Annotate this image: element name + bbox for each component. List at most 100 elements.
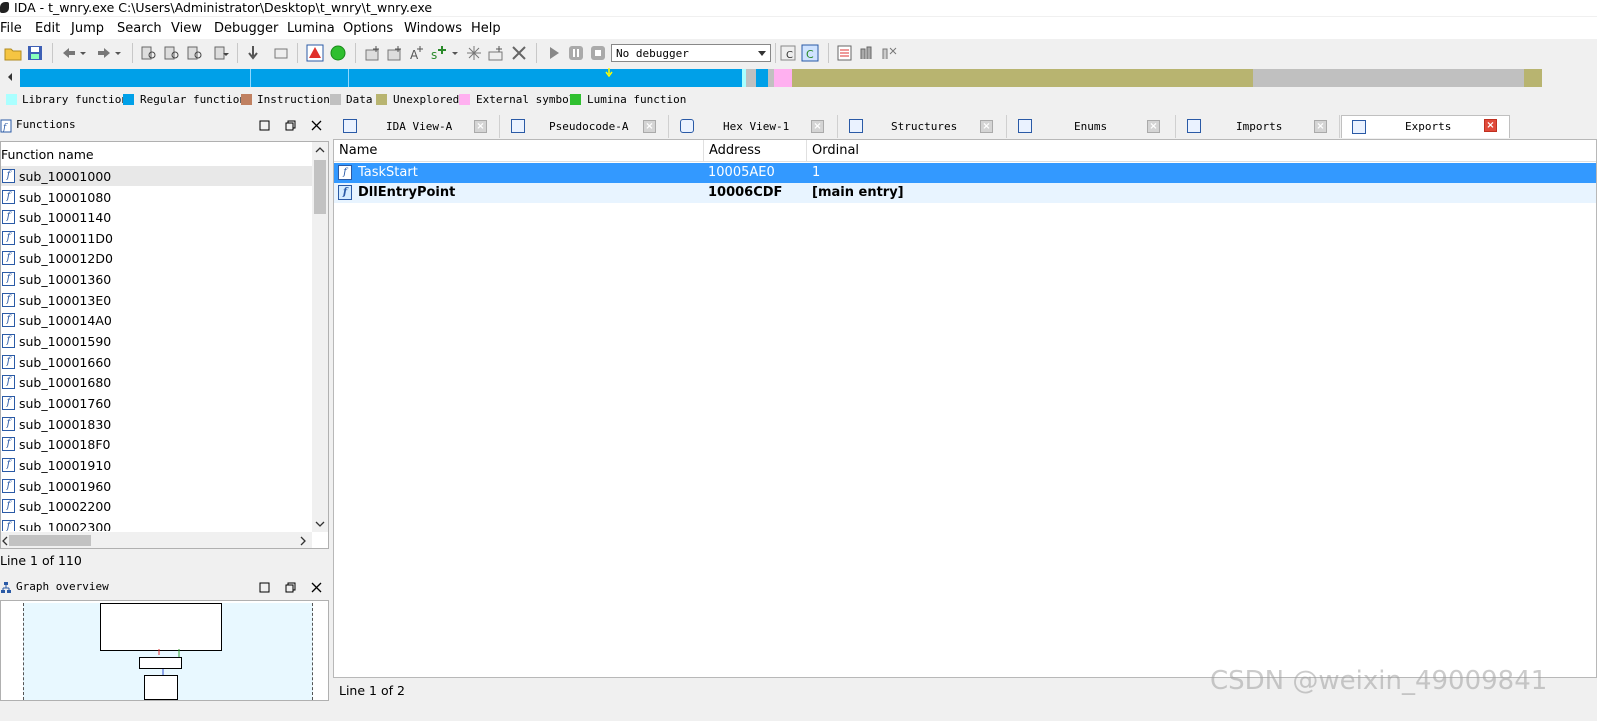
stop-icon[interactable]	[589, 44, 607, 62]
tools-icon[interactable]	[880, 44, 898, 62]
column-header-name[interactable]: Name	[334, 140, 704, 162]
close-icon[interactable]: ×	[1314, 120, 1327, 133]
sparkle-icon[interactable]	[465, 44, 483, 62]
maximize-icon[interactable]	[259, 582, 270, 593]
list-item[interactable]: f sub_10001910	[1, 455, 312, 475]
close-icon[interactable]: ×	[1484, 119, 1497, 132]
table-row[interactable]: f DllEntryPoint 10006CDF [main entry]	[334, 183, 1596, 203]
scrollbar-thumb[interactable]	[314, 160, 326, 214]
search-immediate-icon[interactable]	[186, 44, 204, 62]
list-item[interactable]: f sub_100011D0	[1, 228, 312, 248]
back-dropdown-icon[interactable]	[78, 44, 88, 62]
list-item[interactable]: f sub_10001680	[1, 372, 312, 392]
jump-down-icon[interactable]	[244, 44, 262, 62]
close-icon[interactable]: ×	[980, 120, 993, 133]
list-item[interactable]: f sub_10001590	[1, 331, 312, 351]
list-item[interactable]: f sub_10001760	[1, 393, 312, 413]
functions-list[interactable]: Function name f sub_10001000 f sub_1000108…	[0, 141, 329, 549]
list-item[interactable]: f sub_10001000	[1, 166, 312, 186]
table-row[interactable]: f TaskStart 10005AE0 1	[334, 163, 1596, 183]
search-binary-icon[interactable]	[140, 44, 158, 62]
menu-file[interactable]: File	[0, 21, 22, 36]
tab-imports[interactable]: Imports ×	[1177, 115, 1340, 138]
scroll-right-icon[interactable]	[299, 536, 307, 546]
make-function-icon[interactable]: s	[430, 44, 448, 62]
make-string-icon[interactable]: A	[408, 44, 426, 62]
restore-icon[interactable]	[285, 120, 296, 131]
pause-icon[interactable]	[567, 44, 585, 62]
rename-icon[interactable]	[487, 44, 505, 62]
scroll-left-icon[interactable]	[1, 536, 9, 546]
list-item[interactable]: f sub_100014A0	[1, 310, 312, 330]
undefine-icon[interactable]	[510, 44, 528, 62]
exports-table[interactable]: Name Address Ordinal f TaskStart 10005AE…	[333, 139, 1597, 678]
function-icon: f	[2, 375, 15, 389]
functions-vertical-scrollbar[interactable]	[312, 142, 328, 532]
tab-hex-view-1[interactable]: Hex View-1 ×	[670, 115, 838, 138]
list-item[interactable]: f sub_100018F0	[1, 434, 312, 454]
close-icon[interactable]: ×	[474, 120, 487, 133]
column-header-ordinal[interactable]: Ordinal	[807, 140, 1596, 162]
nav-left-arrow-icon[interactable]	[6, 70, 14, 86]
menu-edit[interactable]: Edit	[35, 21, 60, 36]
list-item[interactable]: f sub_10002300	[1, 517, 312, 531]
close-icon[interactable]: ×	[811, 120, 824, 133]
functions-horizontal-scrollbar[interactable]	[1, 532, 312, 548]
green-circle-icon[interactable]	[329, 44, 347, 62]
list-item[interactable]: f sub_10001080	[1, 187, 312, 207]
forward-dropdown-icon[interactable]	[113, 44, 123, 62]
menu-debugger[interactable]: Debugger	[214, 21, 278, 36]
menu-windows[interactable]: Windows	[404, 21, 462, 36]
menu-options[interactable]: Options	[343, 21, 393, 36]
warning-icon[interactable]	[306, 44, 324, 62]
tab-structures[interactable]: Structures ×	[839, 115, 1007, 138]
open-folder-icon[interactable]	[4, 44, 22, 62]
scroll-up-icon[interactable]	[315, 146, 325, 154]
list-item[interactable]: f sub_10001830	[1, 414, 312, 434]
close-icon[interactable]	[311, 120, 322, 131]
function-name-column[interactable]: Function name	[1, 147, 94, 162]
debugger-select[interactable]: No debugger	[611, 44, 771, 62]
menu-lumina[interactable]: Lumina	[287, 21, 335, 36]
search-next-icon[interactable]	[213, 44, 231, 62]
list-item[interactable]: f sub_10001960	[1, 476, 312, 496]
navigation-band[interactable]	[0, 67, 1597, 89]
tab-enums[interactable]: Enums ×	[1008, 115, 1176, 138]
back-arrow-icon[interactable]	[60, 44, 78, 62]
forward-arrow-icon[interactable]	[95, 44, 113, 62]
close-icon[interactable]: ×	[1147, 120, 1160, 133]
tab-exports[interactable]: Exports ×	[1341, 115, 1510, 138]
list-item[interactable]: f sub_10001360	[1, 269, 312, 289]
scrollbar-thumb[interactable]	[9, 535, 91, 546]
menu-help[interactable]: Help	[471, 21, 501, 36]
graph-overview[interactable]	[0, 600, 329, 701]
make-dropdown-icon[interactable]	[450, 44, 460, 62]
restore-icon[interactable]	[285, 582, 296, 593]
play-icon[interactable]	[545, 44, 563, 62]
menu-search[interactable]: Search	[117, 21, 162, 36]
list-icon[interactable]	[836, 44, 854, 62]
list-item[interactable]: f sub_10001140	[1, 207, 312, 227]
make-code-icon[interactable]	[364, 44, 382, 62]
close-icon[interactable]: ×	[643, 120, 656, 133]
attach-process-icon[interactable]: C	[779, 44, 797, 62]
list-item[interactable]: f sub_100012D0	[1, 248, 312, 268]
tab-pseudocode-a[interactable]: Pseudocode-A ×	[501, 115, 669, 138]
list-item[interactable]: f sub_100013E0	[1, 290, 312, 310]
list-item[interactable]: f sub_10001660	[1, 352, 312, 372]
plugin-icon[interactable]	[858, 44, 876, 62]
save-icon[interactable]	[26, 44, 44, 62]
menu-view[interactable]: View	[171, 21, 202, 36]
functions-column-header[interactable]: Function name	[1, 142, 312, 164]
list-item[interactable]: f sub_10002200	[1, 496, 312, 516]
scroll-down-icon[interactable]	[315, 520, 325, 528]
make-data-icon[interactable]	[386, 44, 404, 62]
tab-ida-view-a[interactable]: IDA View-A ×	[333, 115, 500, 138]
menu-jump[interactable]: Jump	[71, 21, 104, 36]
script-icon[interactable]	[272, 44, 290, 62]
search-text-icon[interactable]	[163, 44, 181, 62]
column-header-address[interactable]: Address	[704, 140, 807, 162]
debug-icon[interactable]: C	[801, 44, 819, 62]
maximize-icon[interactable]	[259, 120, 270, 131]
close-icon[interactable]	[311, 582, 322, 593]
